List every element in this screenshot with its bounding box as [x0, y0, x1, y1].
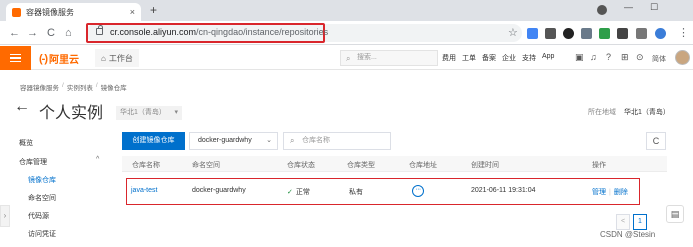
column-header-created: 创建时间 — [471, 162, 499, 169]
aliyun-logo-mark-icon: (-) — [39, 52, 48, 65]
minimize-button[interactable]: — — [624, 2, 633, 12]
aliyun-logo[interactable]: (-) 阿里云 — [39, 51, 79, 67]
extension-translate-icon[interactable] — [527, 28, 538, 39]
chevron-up-icon[interactable]: ^ — [96, 156, 99, 163]
browser-tabstrip: 容器镜像服务 × + — ☐ — [0, 0, 693, 21]
extension-shield-icon[interactable] — [599, 28, 610, 39]
breadcrumb-separator: / — [95, 82, 98, 89]
notification-bell-icon[interactable]: ♫ — [590, 52, 597, 62]
search-icon: ⌕ — [290, 136, 295, 145]
reload-button[interactable]: C — [47, 26, 55, 40]
row-highlight-box — [126, 178, 640, 205]
help-circle-icon[interactable]: ⊙ — [636, 52, 644, 63]
csdn-watermark: CSDN @Stesin — [600, 230, 656, 239]
region-info-label: 所在地域 — [588, 109, 616, 116]
breadcrumb-item-cr-service[interactable]: 容器镜像服务 — [20, 82, 59, 92]
topbar-nav: 费用 工单 备案 企业 支持 App — [442, 53, 554, 63]
user-avatar[interactable] — [675, 50, 690, 65]
extensions-puzzle-icon[interactable] — [617, 28, 628, 39]
breadcrumb-separator: / — [62, 82, 64, 89]
home-button[interactable]: ⌂ — [65, 26, 72, 40]
nav-billing[interactable]: 费用 — [442, 53, 456, 63]
page-current-button[interactable]: 1 — [633, 214, 647, 230]
menu-toggle-button[interactable] — [0, 46, 31, 70]
forward-button[interactable]: → — [27, 26, 38, 40]
aliyun-logo-text: 阿里云 — [49, 55, 79, 66]
sidebar-item-namespaces[interactable]: 命名空间 — [28, 193, 56, 203]
refresh-button[interactable]: C — [646, 132, 666, 150]
repo-search-input[interactable]: ⌕ 仓库名称 — [283, 132, 391, 150]
nav-enterprise[interactable]: 企业 — [502, 53, 516, 63]
tab-title: 容器镜像服务 — [26, 7, 74, 17]
page-title: 个人实例 — [39, 105, 104, 122]
chevron-down-icon: ⌄ — [266, 137, 272, 144]
maximize-button[interactable]: ☐ — [650, 2, 658, 13]
feedback-chat-icon[interactable]: ▤ — [666, 205, 684, 223]
global-search-input[interactable]: ⌕ 搜索... — [340, 50, 438, 66]
tab-close-icon[interactable]: × — [130, 7, 135, 17]
browser-profile-icon[interactable] — [597, 5, 607, 15]
breadcrumb-item-instance-list[interactable]: 实例列表 — [67, 82, 93, 92]
extension-circle-icon[interactable] — [563, 28, 574, 39]
sidebar-item-access-credentials[interactable]: 访问凭证 — [28, 229, 56, 239]
address-bar: ← → C ⌂ cr.console.aliyun.com/cn-qingdao… — [0, 21, 693, 45]
search-icon: ⌕ — [346, 54, 351, 63]
region-select-value: 华北1（青岛） — [120, 109, 166, 116]
region-info: 所在地域 华北1（青岛） — [588, 107, 670, 117]
namespace-select-value: docker-guardwhy — [198, 137, 252, 144]
nav-ticket[interactable]: 工单 — [462, 53, 476, 63]
nav-app[interactable]: App — [542, 53, 554, 63]
breadcrumb: 容器镜像服务 / 实例列表 / 镜像仓库 — [20, 82, 127, 92]
back-button[interactable]: ← — [9, 26, 20, 40]
profile-avatar-icon[interactable] — [655, 28, 666, 39]
column-header-namespace: 命名空间 — [192, 162, 220, 169]
region-info-value: 华北1（青岛） — [623, 109, 670, 116]
home-icon: ⌂ — [101, 53, 106, 63]
column-header-actions: 操作 — [592, 162, 606, 169]
create-repo-button[interactable]: 创建镜像仓库 — [122, 132, 185, 150]
column-header-status: 仓库状态 — [287, 162, 315, 169]
lock-icon[interactable] — [96, 25, 103, 35]
repo-search-placeholder: 仓库名称 — [302, 137, 330, 144]
language-switch[interactable]: 简体 — [652, 54, 666, 64]
workbench-label: 工作台 — [108, 53, 133, 63]
workbench-button[interactable]: ⌂ 工作台 — [95, 49, 139, 67]
chevron-down-icon: ▾ — [174, 109, 178, 116]
browser-menu-icon[interactable]: ⋮ — [678, 26, 689, 40]
cart-icon[interactable]: ⊞ — [621, 52, 629, 63]
aliyun-favicon-icon — [12, 7, 21, 17]
help-icon[interactable]: ? — [606, 52, 611, 62]
bookmark-star-icon[interactable]: ☆ — [508, 26, 518, 39]
sidebar-item-image-repos[interactable]: 镜像仓库 — [28, 175, 56, 185]
pagination: < 1 — [616, 214, 647, 230]
nav-icp[interactable]: 备案 — [482, 53, 496, 63]
sidebar-item-repo-management[interactable]: 仓库管理 — [19, 157, 47, 167]
url-text[interactable]: cr.console.aliyun.com/cn-qingdao/instanc… — [110, 27, 328, 37]
breadcrumb-item-repositories: 镜像仓库 — [100, 85, 127, 92]
column-header-repo-name: 仓库名称 — [132, 162, 160, 169]
column-header-address: 仓库地址 — [409, 162, 437, 169]
region-select[interactable]: 华北1（青岛） ▾ — [116, 106, 182, 120]
nav-support[interactable]: 支持 — [522, 53, 536, 63]
page-prev-button[interactable]: < — [616, 214, 630, 230]
browser-tab[interactable]: 容器镜像服务 × — [6, 3, 141, 21]
sidebar-item-code-source[interactable]: 代码源 — [28, 211, 49, 221]
extension-capture-icon[interactable] — [581, 28, 592, 39]
column-header-type: 仓库类型 — [347, 162, 375, 169]
sidebar-collapse-handle[interactable]: › — [0, 205, 10, 227]
table-header: 仓库名称 命名空间 仓库状态 仓库类型 仓库地址 创建时间 操作 — [122, 156, 667, 172]
new-tab-button[interactable]: + — [150, 3, 157, 17]
console-topbar: (-) 阿里云 ⌂ 工作台 ⌕ 搜索... 费用 工单 备案 企业 支持 App… — [0, 46, 693, 70]
extension-badge-icon[interactable] — [545, 28, 556, 39]
page-back-icon[interactable]: ← — [14, 98, 30, 116]
sidebar-item-overview[interactable]: 概览 — [19, 138, 33, 148]
terminal-icon[interactable]: ▣ — [575, 52, 584, 63]
namespace-select[interactable]: docker-guardwhy ⌄ — [189, 132, 278, 150]
global-search-placeholder: 搜索... — [357, 54, 377, 61]
reading-list-icon[interactable] — [636, 28, 647, 39]
